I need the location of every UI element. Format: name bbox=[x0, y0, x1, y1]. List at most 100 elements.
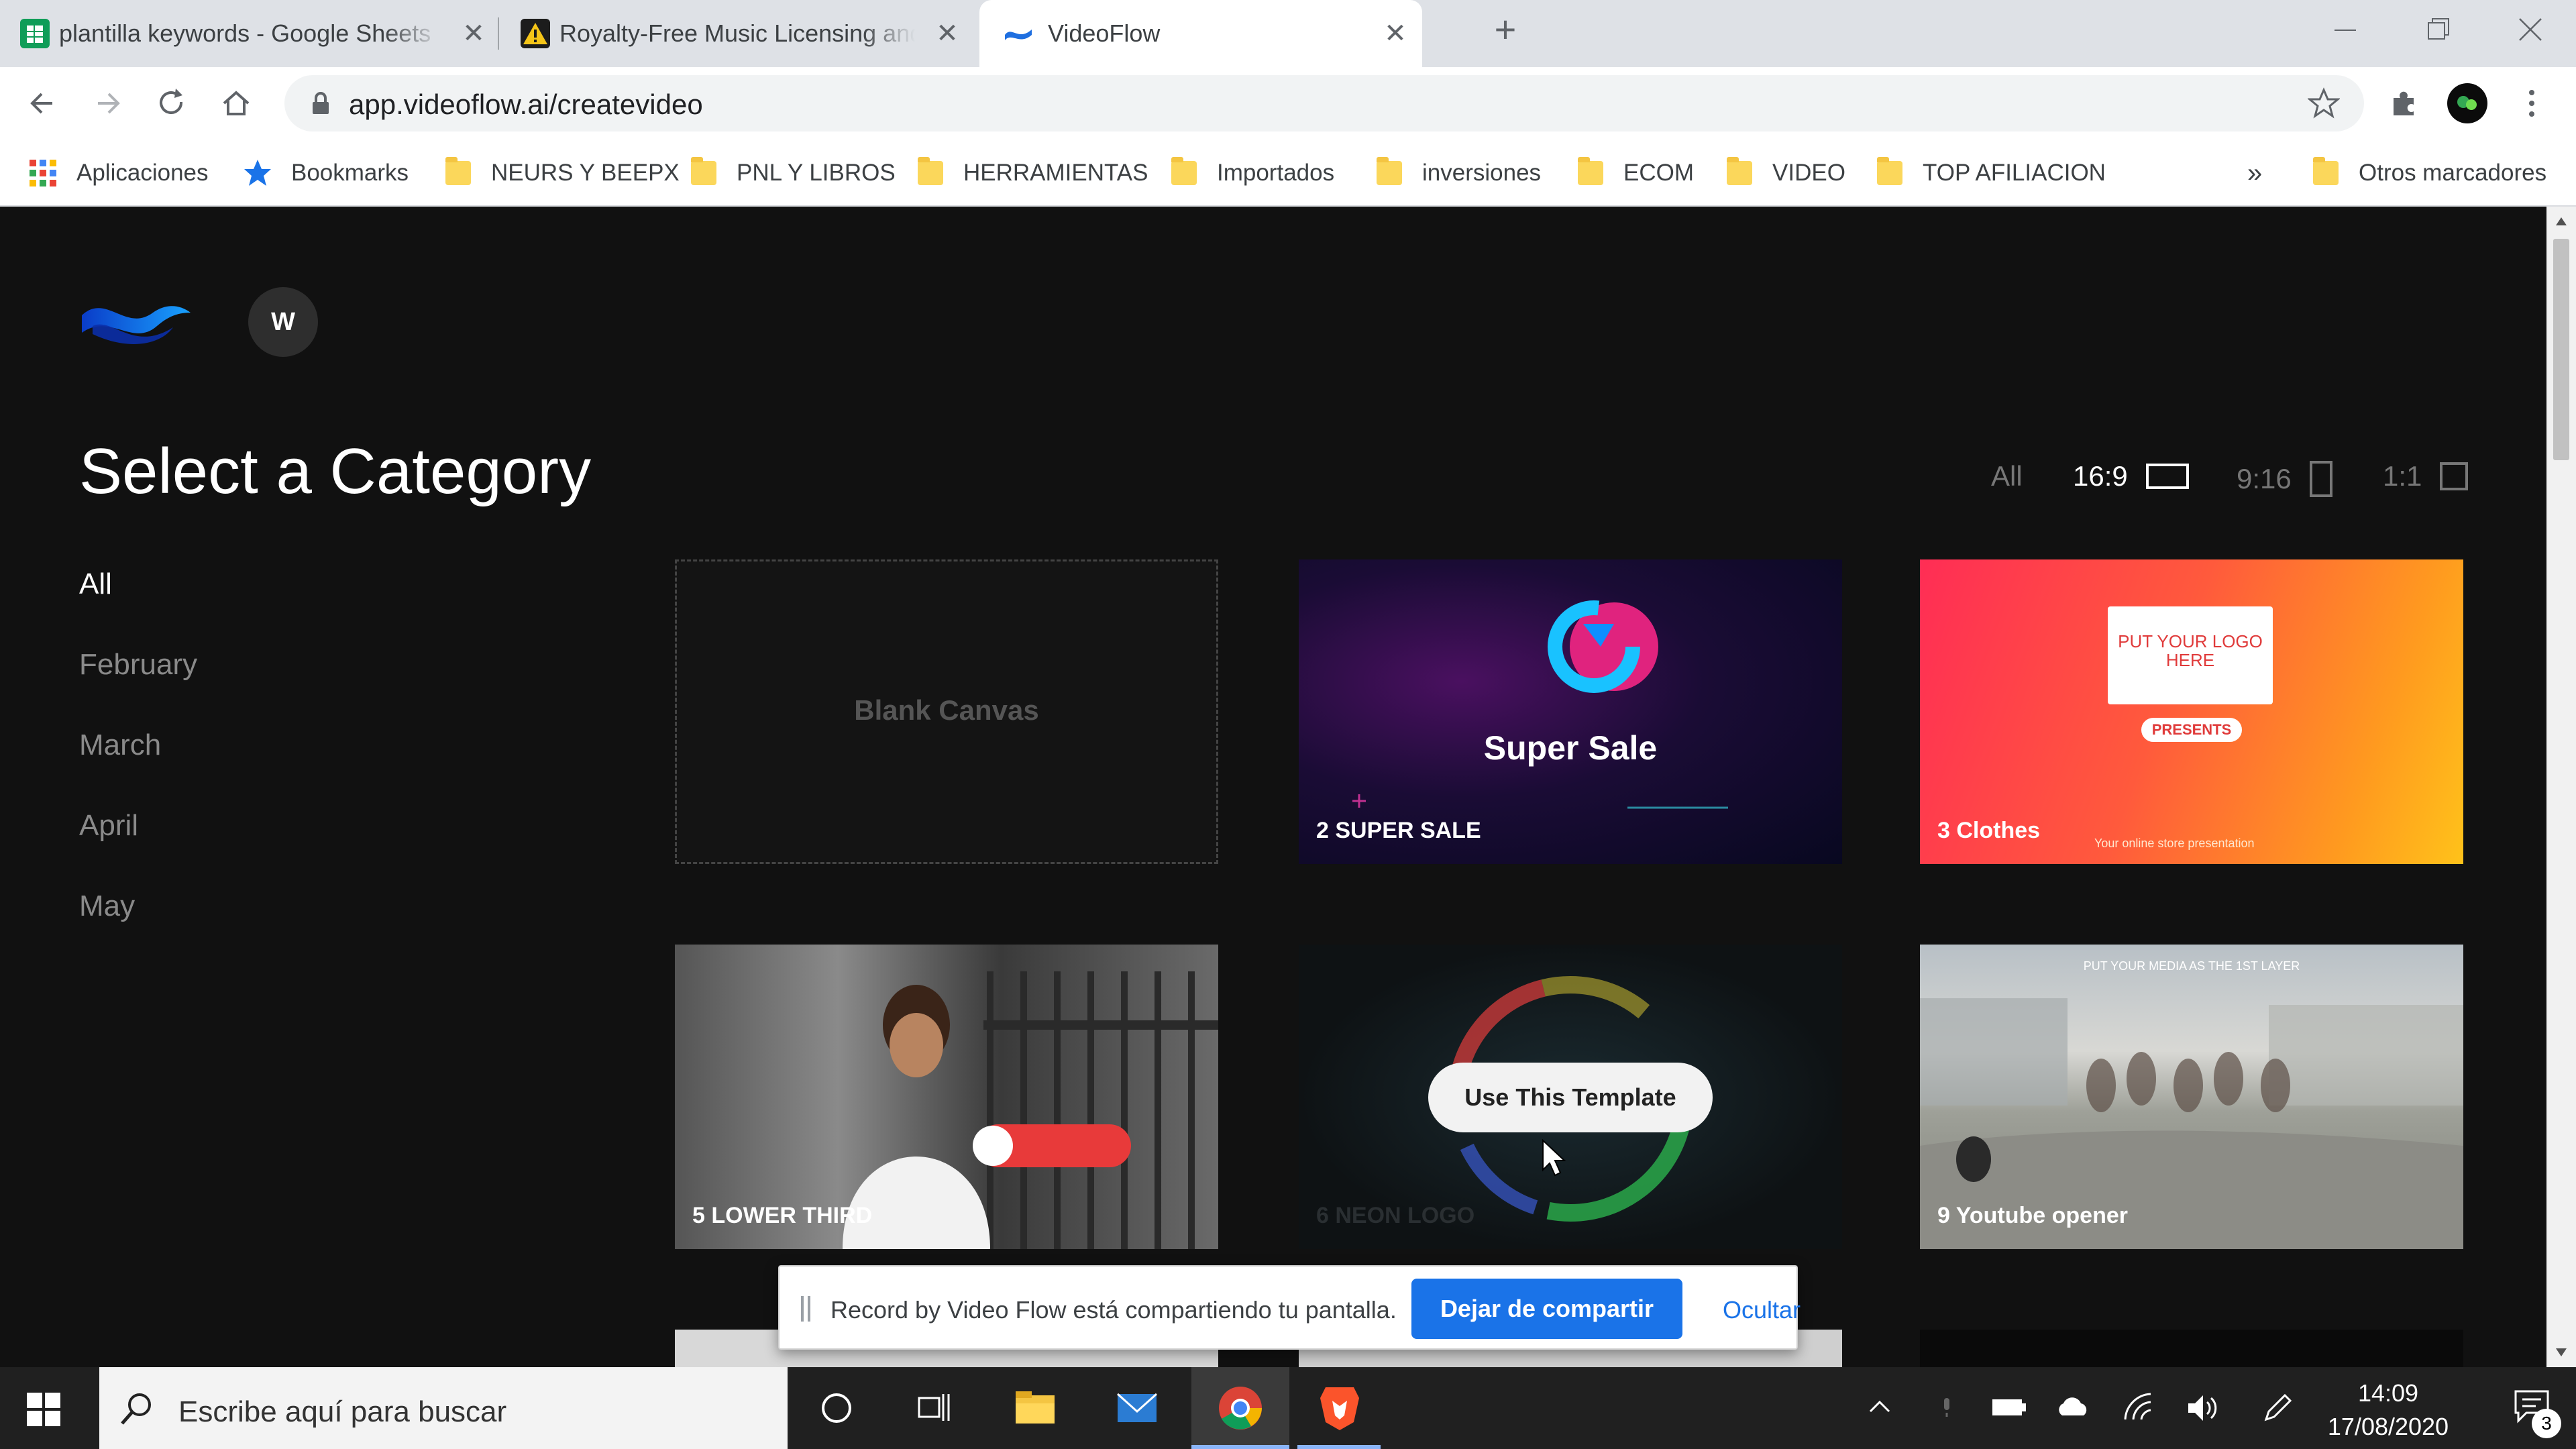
square-frame-icon bbox=[2440, 462, 2469, 490]
close-tab-icon[interactable]: ✕ bbox=[931, 17, 963, 50]
more-menu-icon[interactable] bbox=[2510, 82, 2553, 125]
onedrive-cloud-icon[interactable] bbox=[2054, 1394, 2092, 1421]
chevron-up-icon[interactable] bbox=[1866, 1394, 1893, 1421]
battery-icon[interactable] bbox=[1991, 1394, 2027, 1421]
landscape-frame-icon bbox=[2145, 464, 2189, 489]
bookmark-importados[interactable]: Importados bbox=[1171, 154, 1334, 192]
ratio-filter-9-16[interactable]: 9:16 bbox=[2237, 460, 2333, 498]
folder-icon bbox=[691, 157, 716, 185]
bookmark-herramientas[interactable]: HERRAMIENTAS bbox=[918, 154, 1148, 192]
scroll-up-arrow-icon[interactable] bbox=[2555, 215, 2568, 228]
address-bar[interactable]: app.videoflow.ai/createvideo bbox=[284, 75, 2364, 131]
close-tab-icon[interactable]: ✕ bbox=[458, 17, 490, 50]
tab-videoflow[interactable]: VideoFlow ✕ bbox=[979, 0, 1422, 67]
drag-handle-icon[interactable] bbox=[798, 1295, 814, 1323]
hide-link[interactable]: Ocultar bbox=[1723, 1296, 1801, 1324]
home-icon[interactable] bbox=[215, 82, 258, 125]
category-all[interactable]: All bbox=[79, 568, 112, 601]
more-bookmarks-chevron-icon[interactable]: » bbox=[2247, 154, 2262, 192]
scroll-thumb[interactable] bbox=[2553, 239, 2569, 460]
task-view-icon[interactable] bbox=[911, 1385, 958, 1432]
template-card-neon-logo[interactable]: Use This Template 6 NEON LOGO bbox=[1299, 945, 1842, 1249]
ratio-filter-16-9[interactable]: 16:9 bbox=[2073, 460, 2190, 492]
microphone-icon[interactable] bbox=[1933, 1394, 1960, 1421]
template-card-partial[interactable] bbox=[1920, 1330, 2463, 1367]
brave-taskbar-button[interactable] bbox=[1297, 1367, 1381, 1449]
cortana-circle-icon[interactable] bbox=[813, 1385, 860, 1432]
use-template-button[interactable]: Use This Template bbox=[1428, 1063, 1713, 1132]
category-february[interactable]: February bbox=[79, 648, 197, 682]
bookmark-label: inversiones bbox=[1422, 160, 1542, 186]
folder-icon bbox=[2313, 157, 2339, 185]
bookmark-inversiones[interactable]: inversiones bbox=[1377, 154, 1541, 192]
template-card-youtube-opener[interactable]: PUT YOUR MEDIA AS THE 1ST LAYER 9 Youtub… bbox=[1920, 945, 2463, 1249]
scroll-down-arrow-icon[interactable] bbox=[2555, 1346, 2568, 1359]
profile-avatar[interactable] bbox=[2446, 82, 2489, 125]
tab-title: Royalty-Free Music Licensing and bbox=[559, 19, 915, 47]
tab-separator bbox=[498, 17, 499, 50]
pen-ink-icon[interactable] bbox=[2261, 1391, 2294, 1425]
videoflow-logo[interactable] bbox=[79, 286, 193, 360]
bookmark-bookmarks[interactable]: Bookmarks bbox=[243, 154, 409, 192]
restore-icon[interactable] bbox=[2418, 9, 2458, 50]
bookmark-label: ECOM bbox=[1623, 160, 1694, 186]
forward-arrow-icon[interactable] bbox=[86, 82, 129, 125]
card-headline: Super Sale bbox=[1483, 729, 1658, 767]
bookmark-neurs-y-beepx[interactable]: NEURS Y BEEPX bbox=[445, 154, 680, 192]
category-april[interactable]: April bbox=[79, 809, 138, 843]
windows-start-icon[interactable] bbox=[27, 1393, 60, 1426]
bookmark-aplicaciones[interactable]: Aplicaciones bbox=[28, 154, 209, 192]
card-label: 5 LOWER THIRD bbox=[692, 1203, 873, 1228]
template-card-lower-third[interactable]: 5 LOWER THIRD bbox=[675, 945, 1218, 1249]
user-avatar[interactable]: W bbox=[248, 287, 318, 357]
category-may[interactable]: May bbox=[79, 890, 135, 923]
wifi-icon[interactable] bbox=[2121, 1391, 2155, 1425]
bookmark-star-icon[interactable] bbox=[2308, 87, 2340, 119]
tab-royalty-free-music[interactable]: Royalty-Free Music Licensing and ✕ bbox=[521, 0, 963, 67]
chrome-icon bbox=[1219, 1387, 1262, 1430]
bookmark-otros-marcadores[interactable]: Otros marcadores bbox=[2313, 154, 2546, 192]
bookmark-label: Aplicaciones bbox=[76, 160, 209, 186]
clock-date: 17/08/2020 bbox=[2327, 1413, 2449, 1440]
back-arrow-icon[interactable] bbox=[21, 82, 64, 125]
bookmark-video[interactable]: VIDEO bbox=[1727, 154, 1845, 192]
extensions-puzzle-icon[interactable] bbox=[2383, 82, 2426, 125]
taskbar-clock[interactable]: 14:09 17/08/2020 bbox=[2308, 1377, 2469, 1444]
bookmark-pnl-y-libros[interactable]: PNL Y LIBROS bbox=[691, 154, 896, 192]
presents-badge: PRESENTS bbox=[2141, 718, 2242, 742]
tab-google-sheets[interactable]: plantilla keywords - Google Sheets ✕ bbox=[20, 0, 490, 67]
minimize-icon[interactable] bbox=[2325, 9, 2365, 50]
notification-count-badge: 3 bbox=[2532, 1409, 2561, 1438]
taskbar-search-box[interactable]: Escribe aquí para buscar bbox=[99, 1367, 788, 1449]
close-window-icon[interactable] bbox=[2510, 9, 2551, 50]
template-card-clothes[interactable]: PUT YOUR LOGO HERE PRESENTS 3 Clothes Yo… bbox=[1920, 559, 2463, 864]
tab-title: plantilla keywords - Google Sheets bbox=[59, 19, 431, 47]
mail-icon[interactable] bbox=[1114, 1385, 1161, 1432]
brave-lion-icon bbox=[1320, 1387, 1359, 1430]
chrome-taskbar-button[interactable] bbox=[1191, 1367, 1289, 1449]
card-label: 9 Youtube opener bbox=[1937, 1203, 2129, 1228]
action-center-button[interactable]: 3 bbox=[2490, 1367, 2576, 1449]
stop-sharing-button[interactable]: Dejar de compartir bbox=[1411, 1279, 1682, 1339]
reload-icon[interactable] bbox=[150, 82, 193, 125]
template-card-blank-canvas[interactable]: Blank Canvas bbox=[675, 559, 1218, 864]
speaker-volume-icon[interactable] bbox=[2186, 1393, 2219, 1424]
ratio-filter-all[interactable]: All bbox=[1991, 460, 2023, 492]
card-label: 6 NEON LOGO bbox=[1316, 1203, 1475, 1228]
folder-icon bbox=[1727, 157, 1752, 185]
google-sheets-icon bbox=[20, 19, 50, 48]
close-tab-icon[interactable]: ✕ bbox=[1379, 17, 1411, 50]
ratio-filter-1-1[interactable]: 1:1 bbox=[2383, 460, 2469, 492]
bookmark-top-afiliacion[interactable]: TOP AFILIACION bbox=[1877, 154, 2106, 192]
search-icon bbox=[121, 1393, 151, 1425]
new-tab-button[interactable]: + bbox=[1485, 9, 1525, 50]
page-scrollbar[interactable] bbox=[2546, 207, 2576, 1367]
folder-icon bbox=[445, 157, 471, 185]
folder-icon bbox=[1877, 157, 1902, 185]
logo-placeholder: PUT YOUR LOGO HERE bbox=[2108, 606, 2273, 704]
template-card-super-sale[interactable]: Super Sale 2 SUPER SALE bbox=[1299, 559, 1842, 864]
category-march[interactable]: March bbox=[79, 729, 161, 762]
file-explorer-icon[interactable] bbox=[1012, 1385, 1059, 1432]
ratio-label: 16:9 bbox=[2073, 460, 2128, 492]
bookmark-ecom[interactable]: ECOM bbox=[1578, 154, 1694, 192]
